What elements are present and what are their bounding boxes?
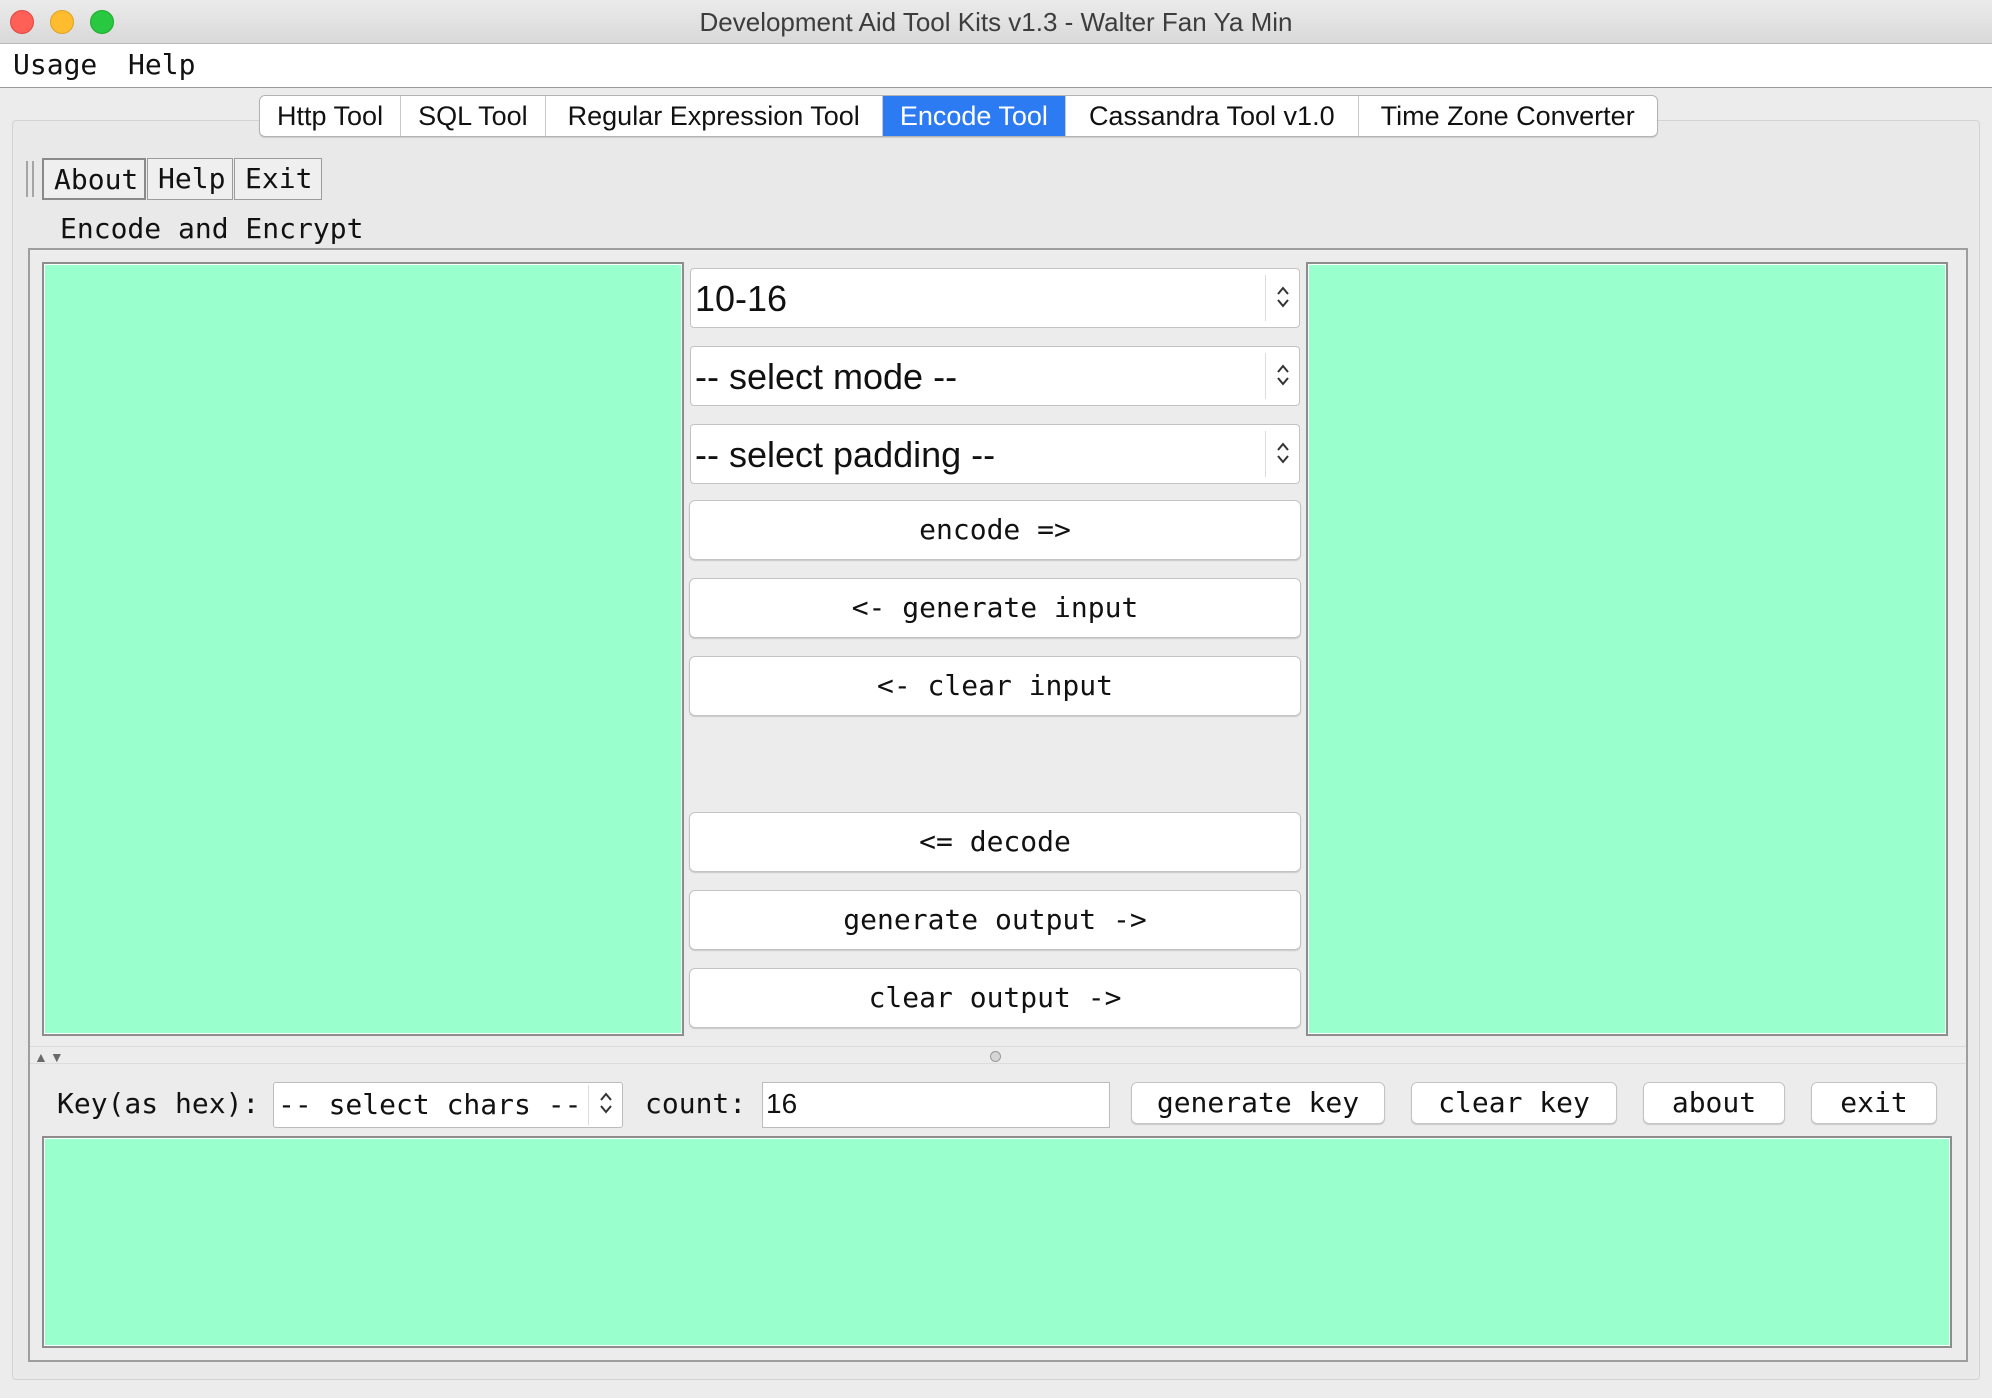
updown-arrow-icon: [1265, 431, 1299, 477]
tab-http-tool[interactable]: Http Tool: [260, 96, 402, 136]
menu-help[interactable]: Help: [128, 48, 195, 81]
menu-bar: Usage Help: [0, 44, 1992, 88]
encode-button[interactable]: encode =>: [689, 500, 1301, 560]
section-title: Encode and Encrypt: [60, 212, 364, 245]
clear-key-button[interactable]: clear key: [1411, 1082, 1617, 1124]
updown-arrow-icon: [588, 1085, 622, 1125]
generate-input-button[interactable]: <- generate input: [689, 578, 1301, 638]
tab-regular-expression-tool[interactable]: Regular Expression Tool: [546, 96, 883, 136]
tab-cassandra-tool[interactable]: Cassandra Tool v1.0: [1066, 96, 1359, 136]
updown-arrow-icon: [1265, 275, 1299, 321]
mode-select[interactable]: -- select mode --: [690, 346, 1300, 406]
about-button[interactable]: about: [1643, 1082, 1785, 1124]
key-label: Key(as hex):: [57, 1087, 260, 1120]
tab-time-zone-converter[interactable]: Time Zone Converter: [1359, 96, 1657, 136]
app-window: Development Aid Tool Kits v1.3 - Walter …: [0, 0, 1992, 1398]
chars-select[interactable]: -- select chars --: [273, 1082, 623, 1128]
output-textarea[interactable]: [1306, 262, 1948, 1036]
padding-select-value: -- select padding --: [695, 434, 996, 475]
menu-usage[interactable]: Usage: [13, 48, 97, 81]
toolbar-grip-handle[interactable]: [26, 161, 34, 197]
generate-key-button[interactable]: generate key: [1131, 1082, 1385, 1124]
conversion-select-value: 10-16: [695, 278, 788, 319]
key-textarea[interactable]: [42, 1136, 1952, 1348]
toolbar-help-button[interactable]: Help: [147, 158, 233, 200]
split-arrows-icon[interactable]: ▲▼: [34, 1049, 66, 1065]
split-pane-divider[interactable]: ▲▼: [30, 1046, 1966, 1065]
generate-output-button[interactable]: generate output ->: [689, 890, 1301, 950]
exit-button[interactable]: exit: [1811, 1082, 1937, 1124]
tab-encode-tool[interactable]: Encode Tool: [882, 96, 1066, 136]
updown-arrow-icon: [1265, 353, 1299, 399]
toolbar-about-button[interactable]: About: [42, 158, 146, 200]
mode-select-value: -- select mode --: [695, 356, 958, 397]
input-textarea[interactable]: [42, 262, 684, 1036]
decode-button[interactable]: <= decode: [689, 812, 1301, 872]
title-bar: Development Aid Tool Kits v1.3 - Walter …: [0, 0, 1992, 44]
tab-sql-tool[interactable]: SQL Tool: [401, 96, 546, 136]
count-label: count:: [645, 1087, 747, 1120]
clear-output-button[interactable]: clear output ->: [689, 968, 1301, 1028]
tab-strip: Http Tool SQL Tool Regular Expression To…: [259, 95, 1658, 137]
window-title: Development Aid Tool Kits v1.3 - Walter …: [699, 7, 1293, 37]
chars-select-value: -- select chars --: [278, 1088, 582, 1121]
count-input[interactable]: 16: [762, 1082, 1110, 1128]
conversion-select[interactable]: 10-16: [690, 268, 1300, 328]
split-handle-icon[interactable]: [990, 1051, 1001, 1062]
toolbar-exit-button[interactable]: Exit: [234, 158, 322, 200]
padding-select[interactable]: -- select padding --: [690, 424, 1300, 484]
clear-input-button[interactable]: <- clear input: [689, 656, 1301, 716]
